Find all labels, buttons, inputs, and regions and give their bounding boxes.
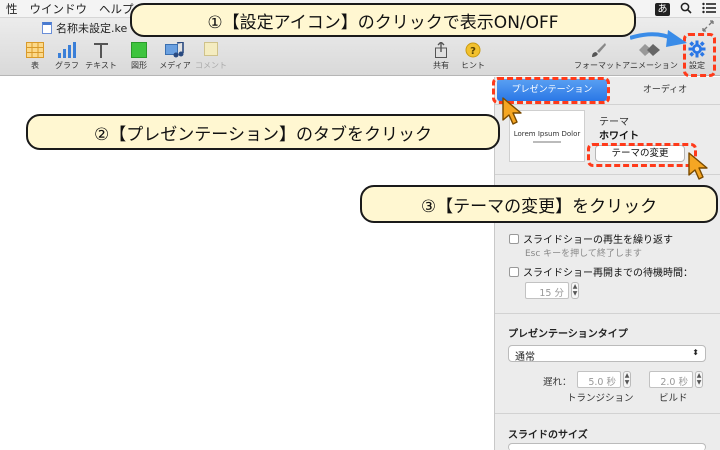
callout-settings: ①【設定アイコン】のクリックで表示ON/OFF — [130, 3, 636, 37]
toolbar-media-button[interactable]: メディア — [158, 38, 192, 71]
input-method-icon[interactable]: あ — [655, 2, 670, 16]
arrow-to-settings-icon — [630, 30, 687, 47]
toolbar-shape-label: 図形 — [131, 61, 147, 70]
spotlight-search-icon[interactable] — [680, 2, 692, 17]
document-title: 名称未設定.ke — [42, 19, 127, 37]
share-icon — [429, 38, 453, 58]
paintbrush-icon — [586, 38, 610, 58]
divider — [495, 104, 720, 105]
callout-change-theme: ③【テーマの変更】をクリック — [360, 185, 718, 223]
presentation-type-select[interactable]: 通常 ⬍ — [508, 345, 706, 363]
restart-wait-checkbox[interactable]: スライドショー再開までの待機時間： — [509, 264, 693, 279]
build-delay-stepper[interactable]: ▲ ▼ — [695, 371, 703, 388]
menu-item[interactable]: 性 — [0, 1, 24, 17]
menu-extras: あ — [655, 0, 716, 18]
toolbar-media-label: メディア — [159, 61, 191, 70]
presentation-type-value: 通常 — [515, 352, 535, 363]
restart-minutes-field[interactable]: 15 分 — [525, 282, 569, 299]
menu-item-window[interactable]: ウインドウ — [24, 1, 94, 17]
toolbar-comment-label: コメント — [195, 61, 227, 70]
tab-audio[interactable]: オーディオ — [611, 79, 719, 101]
shape-icon — [127, 38, 151, 58]
transition-label: トランジション — [567, 393, 634, 404]
theme-thumbnail-line — [533, 140, 561, 143]
pointer-cursor-icon — [502, 97, 522, 125]
toolbar-share-button[interactable]: 共有 — [424, 38, 458, 71]
comment-icon — [199, 38, 223, 58]
presentation-type-title: プレゼンテーションタイプ — [508, 329, 628, 340]
slide-size-select[interactable] — [508, 443, 706, 450]
build-label: ビルド — [659, 393, 688, 404]
toolbar-share-label: 共有 — [433, 61, 449, 70]
toolbar-animation-label: アニメーション — [622, 61, 678, 70]
theme-name: ホワイト — [599, 131, 639, 142]
chevron-updown-icon: ⬍ — [692, 348, 699, 357]
loop-slideshow-label: スライドショーの再生を繰り返す — [523, 235, 673, 246]
slide-size-title: スライドのサイズ — [508, 430, 588, 441]
media-icon — [163, 38, 187, 58]
pointer-cursor-icon — [688, 152, 708, 180]
toolbar-format-button[interactable]: フォーマット — [572, 38, 624, 71]
loop-slideshow-checkbox[interactable]: スライドショーの再生を繰り返す — [509, 231, 673, 246]
toolbar-shape-button[interactable]: 図形 — [122, 38, 156, 71]
restart-minutes-stepper[interactable]: ▲ ▼ — [571, 282, 579, 299]
keynote-document-icon — [42, 22, 52, 34]
highlight-change-theme — [587, 143, 697, 167]
inspector-panel: プレゼンテーション オーディオ Lorem Ipsum Dolor テーマ ホワ… — [494, 77, 720, 450]
toolbar-text-label: テキスト — [85, 61, 117, 70]
checkbox-box[interactable] — [509, 266, 519, 277]
table-icon — [23, 38, 47, 58]
text-icon — [89, 38, 113, 58]
toolbar-table-label: 表 — [31, 61, 39, 70]
toolbar-table-button[interactable]: 表 — [18, 38, 52, 71]
toolbar-hint-label: ヒント — [461, 61, 485, 70]
toolbar-text-button[interactable]: テキスト — [84, 38, 118, 71]
theme-thumbnail-text: Lorem Ipsum Dolor — [513, 129, 581, 138]
help-icon: ? — [461, 38, 485, 58]
esc-hint: Esc キーを押して終了します — [525, 249, 642, 259]
toolbar-chart-button[interactable]: グラフ — [50, 38, 84, 71]
notification-list-icon[interactable] — [702, 2, 716, 17]
transition-delay-field[interactable]: 5.0 秒 — [577, 371, 621, 388]
build-delay-field[interactable]: 2.0 秒 — [649, 371, 693, 388]
toolbar-hint-button[interactable]: ? ヒント — [456, 38, 490, 71]
theme-label: テーマ — [599, 117, 629, 128]
svg-text:?: ? — [470, 46, 476, 57]
divider — [495, 313, 720, 314]
checkbox-box[interactable] — [509, 233, 519, 244]
toolbar-comment-button[interactable]: コメント — [194, 38, 228, 71]
delay-label: 遅れ： — [543, 377, 572, 388]
transition-delay-stepper[interactable]: ▲ ▼ — [623, 371, 631, 388]
toolbar-format-label: フォーマット — [574, 61, 622, 70]
toolbar-chart-label: グラフ — [55, 61, 79, 70]
divider — [495, 413, 720, 414]
document-title-text: 名称未設定.ke — [56, 22, 128, 35]
restart-wait-label: スライドショー再開までの待機時間： — [523, 268, 693, 279]
callout-presentation-tab: ②【プレゼンテーション】のタブをクリック — [26, 114, 500, 150]
chart-icon — [55, 38, 79, 58]
